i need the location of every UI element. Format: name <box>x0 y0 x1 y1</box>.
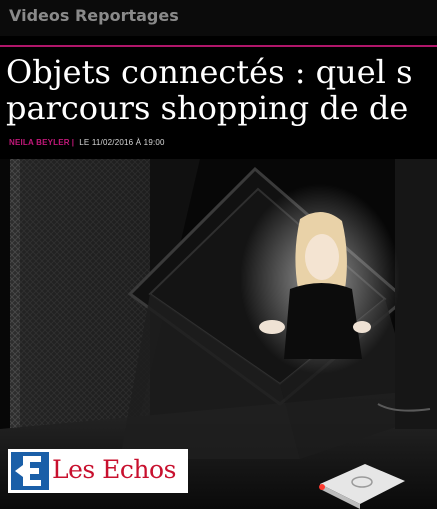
section-header: Videos Reportages <box>0 0 437 36</box>
les-echos-logo: Les Echos <box>8 449 188 493</box>
logo-wordmark: Les Echos <box>52 455 176 484</box>
byline: NEILA BEYLER | LE 11/02/2016 À 19:00 <box>9 138 165 147</box>
accent-rule <box>0 45 437 47</box>
les-echos-logo-icon <box>11 452 49 490</box>
byline-separator: | <box>71 138 75 147</box>
article-title-line-2: parcours shopping de de <box>6 89 409 126</box>
article-title-line-1: Objets connectés : quel s <box>6 54 413 91</box>
author-link[interactable]: NEILA BEYLER <box>9 138 70 147</box>
section-label[interactable]: Videos Reportages <box>9 6 179 25</box>
publish-date: LE 11/02/2016 À 19:00 <box>79 138 165 147</box>
article-title[interactable]: Objets connectés : quel s parcours shopp… <box>6 54 437 126</box>
